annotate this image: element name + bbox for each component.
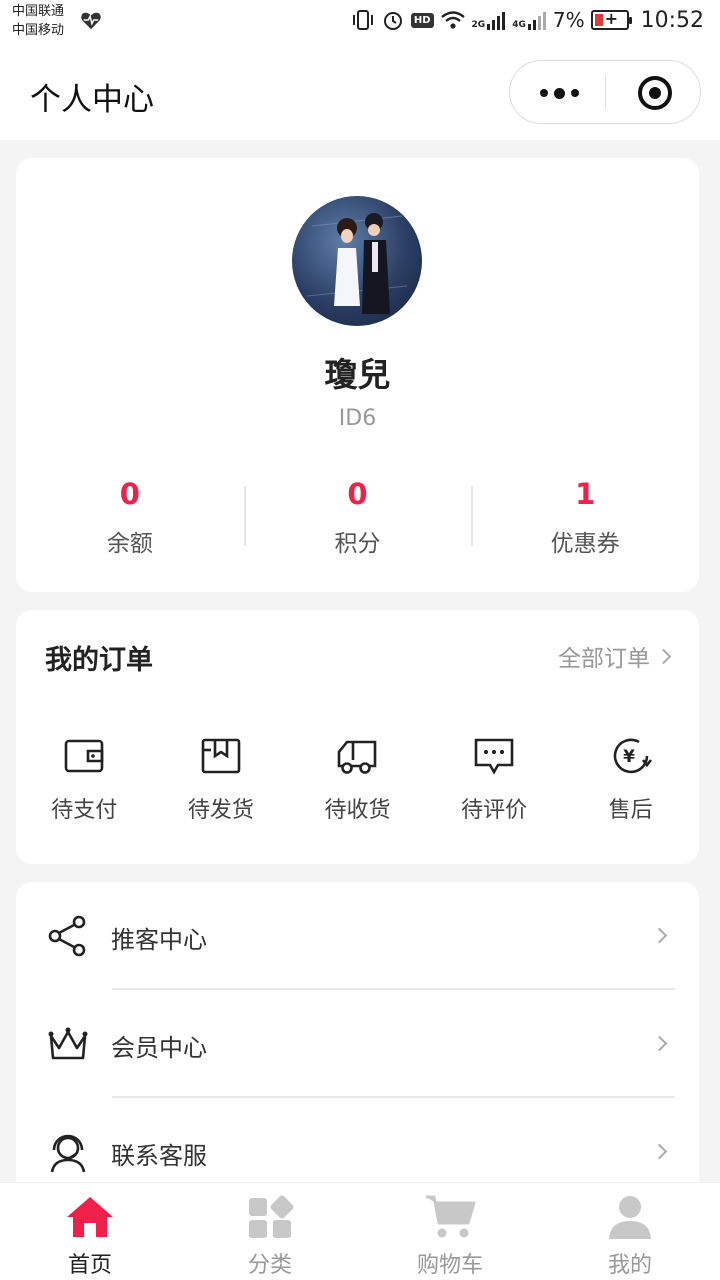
order-label: 待收货 [324,798,391,823]
tab-label: 购物车 [416,1253,483,1278]
order-status-row: 待支付 待发货 待收货 待评价 ¥ 售后 [16,734,699,824]
tab-bar: 首页 分类 购物车 我的 [0,1182,720,1280]
chevron-right-icon [655,648,672,664]
menu-item-member-center[interactable]: 会员中心 [16,990,699,1098]
page-title: 个人中心 [30,82,154,118]
chevron-right-icon [651,927,668,944]
menu-label: 联系客服 [111,1142,207,1170]
signal-4g: 4G [512,10,547,30]
battery-percent: 7% [552,8,585,32]
stat-label: 余额 [106,531,153,557]
stat-value: 1 [575,477,596,511]
status-bar: 中国联通 中国移动 HD 2G 4G 7% + 10:52 [0,0,720,44]
user-id: ID6 [338,406,377,431]
order-label: 待支付 [51,798,118,823]
cart-icon [426,1195,476,1238]
orders-card: 我的订单 全部订单 待支付 待发货 待收货 待评价 ¥ 售后 [16,610,699,864]
order-label: 待评价 [461,798,528,823]
nav-bar: 个人中心 [0,44,720,140]
stat-coupons[interactable]: 1 优惠券 [471,476,699,557]
carrier-1: 中国联通 [12,4,65,19]
tab-cart[interactable]: 购物车 [360,1183,540,1280]
carrier-info: 中国联通 中国移动 [12,2,64,40]
wallet-icon [64,739,104,773]
order-after-sales[interactable]: ¥ 售后 [562,734,699,824]
more-menu-button[interactable] [534,81,584,105]
vibrate-icon [352,10,373,30]
clock: 10:52 [640,7,704,33]
battery-icon: + [590,9,632,30]
signal-bars-icon [527,12,546,30]
refund-icon: ¥ [613,738,652,774]
user-name: 瓊兒 [324,355,391,394]
order-label: 售后 [608,798,653,823]
signal-2g-label: 2G [471,20,486,30]
tab-label: 首页 [67,1253,112,1278]
tab-category[interactable]: 分类 [180,1183,360,1280]
signal-bars-icon [487,12,506,30]
order-pending-review[interactable]: 待评价 [426,734,563,824]
crown-icon [48,1027,88,1060]
menu-item-promoter-center[interactable]: 推客中心 [16,882,699,990]
share-icon [48,915,86,957]
order-label: 待发货 [187,798,254,823]
capsule-divider [605,75,606,109]
hd-badge: HD [410,12,434,28]
order-pending-payment[interactable]: 待支付 [16,734,153,824]
package-icon [201,738,241,774]
stat-balance[interactable]: 0 余额 [16,476,244,557]
all-orders-link[interactable]: 全部订单 [558,639,672,673]
health-heart-icon [81,12,101,30]
stat-value: 0 [119,477,140,511]
signal-2g: 2G [472,10,507,30]
avatar-image [306,213,408,314]
miniprogram-capsule [509,60,701,124]
user-icon [609,1196,651,1239]
all-orders-label: 全部订单 [558,646,650,672]
wifi-icon [440,11,465,29]
truck-icon [338,740,377,774]
headset-icon [50,1134,86,1173]
category-icon [249,1195,294,1238]
carrier-2: 中国移动 [12,23,65,38]
orders-title: 我的订单 [45,645,153,676]
comment-icon [474,738,514,775]
chevron-right-icon [651,1035,668,1052]
home-icon [67,1197,113,1237]
chevron-right-icon [651,1143,668,1160]
svg-text:¥: ¥ [623,747,635,767]
tab-home[interactable]: 首页 [0,1183,180,1280]
order-pending-shipment[interactable]: 待发货 [153,734,290,824]
profile-card: 瓊兒 ID6 0 余额 0 积分 1 优惠券 [16,158,699,592]
service-menu: 推客中心 会员中心 联系客服 [16,882,699,1212]
stat-value: 0 [347,477,368,511]
signal-4g-label: 4G [512,20,526,30]
order-pending-receipt[interactable]: 待收货 [289,734,426,824]
close-miniprogram-button[interactable] [638,76,672,110]
tab-label: 分类 [247,1253,292,1278]
alarm-icon [383,12,402,30]
status-icons: HD 2G 4G 7% + 10:52 [351,6,704,34]
avatar[interactable] [292,196,422,326]
menu-label: 推客中心 [111,926,207,954]
stat-label: 积分 [334,531,381,557]
stat-points[interactable]: 0 积分 [243,476,472,557]
tab-label: 我的 [607,1253,652,1278]
menu-label: 会员中心 [111,1034,207,1062]
stat-label: 优惠券 [550,531,620,557]
account-stats: 0 余额 0 积分 1 优惠券 [16,476,699,557]
tab-mine[interactable]: 我的 [540,1183,720,1280]
